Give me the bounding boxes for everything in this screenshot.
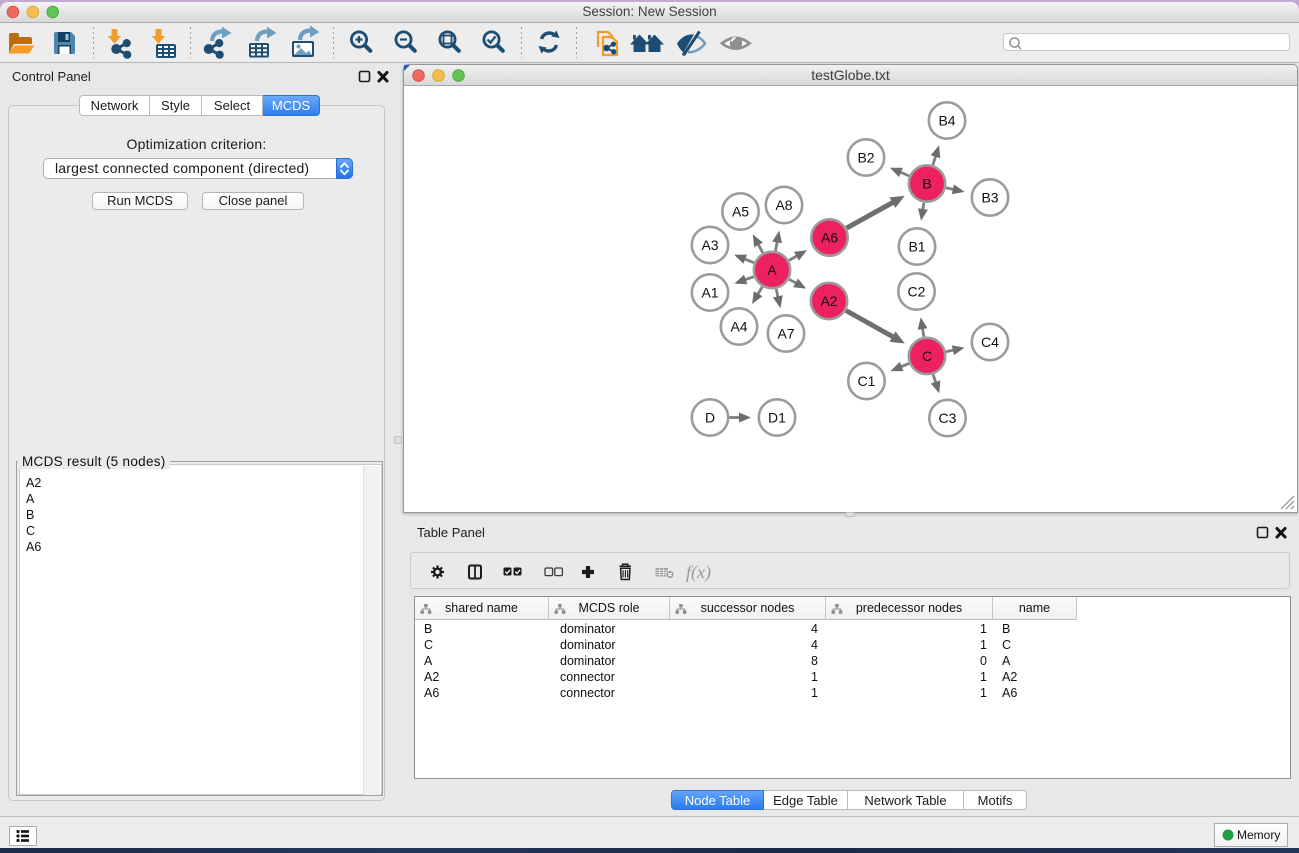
svg-text:B3: B3 (981, 190, 998, 206)
svg-text:C4: C4 (981, 334, 999, 350)
svg-text:B: B (922, 176, 931, 192)
svg-text:A7: A7 (777, 326, 794, 342)
svg-text:A6: A6 (821, 230, 838, 246)
svg-text:A3: A3 (701, 237, 718, 253)
svg-text:A5: A5 (732, 204, 749, 220)
svg-text:A: A (767, 262, 777, 278)
svg-text:B1: B1 (908, 239, 925, 255)
svg-text:C2: C2 (908, 284, 926, 300)
svg-text:A1: A1 (701, 285, 718, 301)
svg-text:D1: D1 (768, 410, 786, 426)
svg-text:C3: C3 (939, 410, 957, 426)
svg-text:A2: A2 (820, 293, 837, 309)
svg-text:C: C (922, 348, 932, 364)
svg-text:A4: A4 (730, 319, 747, 335)
svg-text:f(x): f(x) (686, 562, 711, 583)
svg-text:C1: C1 (858, 373, 876, 389)
svg-text:D: D (705, 410, 715, 426)
svg-text:B2: B2 (857, 150, 874, 166)
svg-text:B4: B4 (938, 113, 955, 129)
svg-text:A8: A8 (775, 197, 792, 213)
